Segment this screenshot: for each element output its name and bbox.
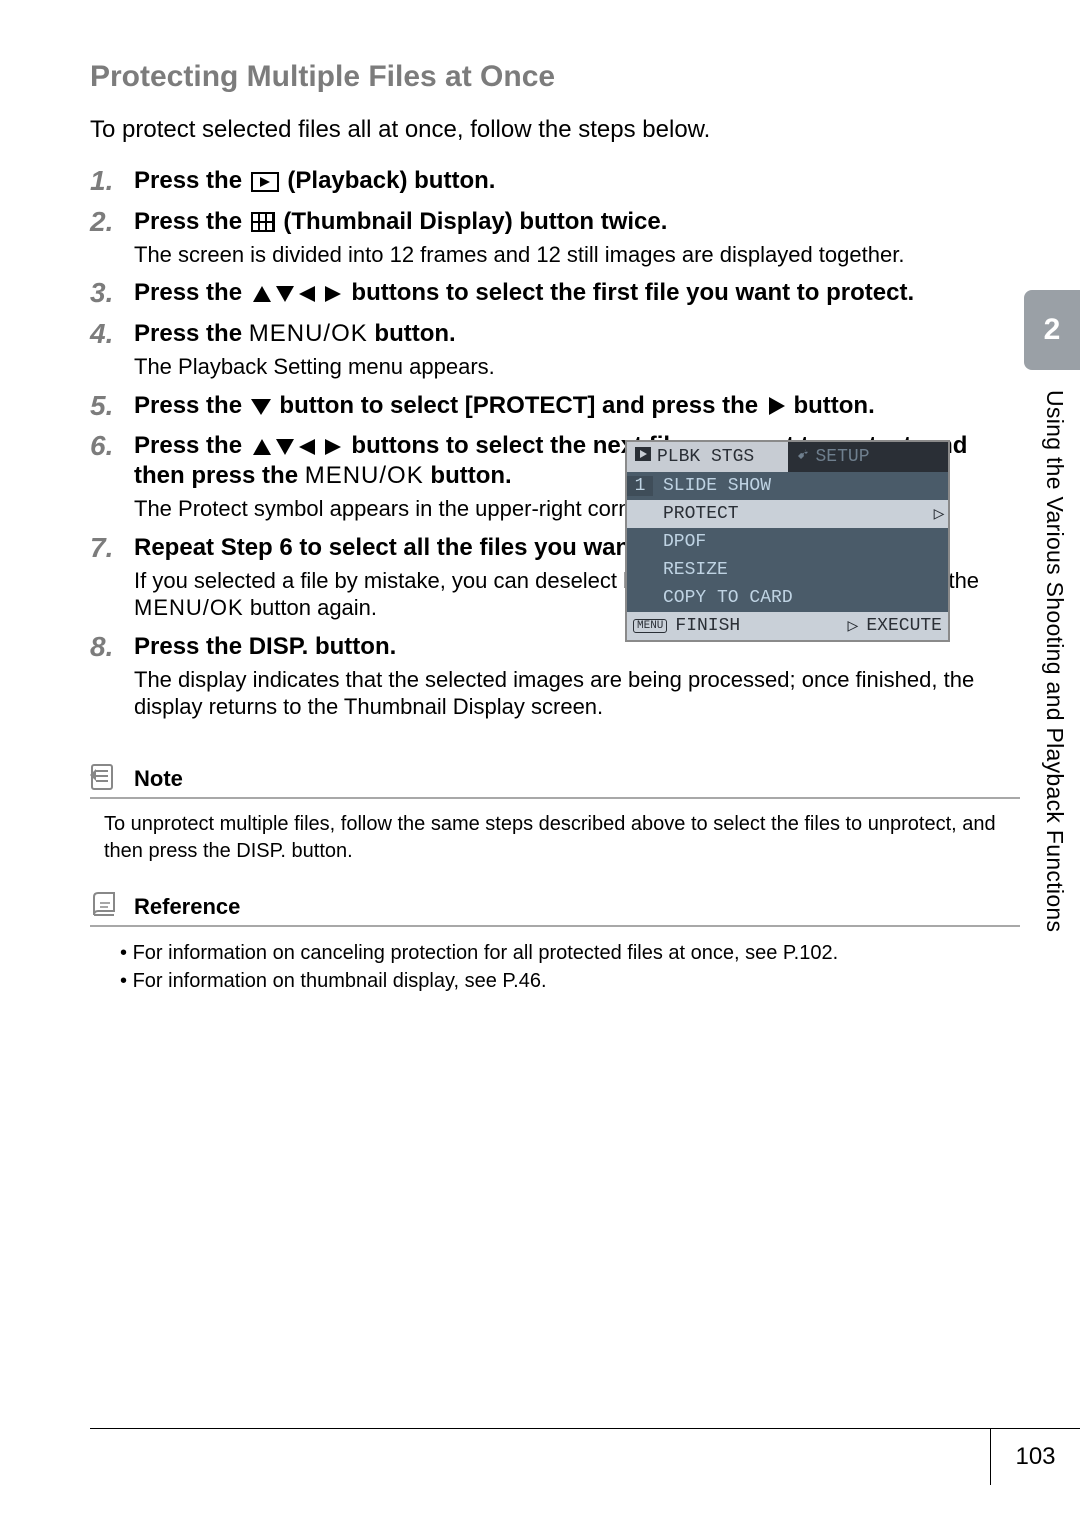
section-title: Protecting Multiple Files at Once <box>90 60 1020 94</box>
camera-footer-left: FINISH <box>675 616 740 636</box>
playback-icon <box>635 447 651 467</box>
step5-mid: button to select [PROTECT] and press the <box>279 392 764 419</box>
note-icon <box>90 761 124 797</box>
camera-menu-page-num: 1 <box>627 476 653 496</box>
page-number: 103 <box>990 1429 1080 1485</box>
step7-desc-post: button again. <box>250 595 377 620</box>
step5-post: button. <box>793 392 874 419</box>
chapter-tab: 2 <box>1024 290 1080 370</box>
thumbnail-display-icon <box>251 212 275 232</box>
chapter-side-text: Using the Various Shooting and Playback … <box>1041 390 1068 1090</box>
camera-menu-row: RESIZE <box>627 556 948 584</box>
reference-item: For information on thumbnail display, se… <box>120 967 1020 995</box>
camera-menu-row: COPY TO CARD <box>627 584 948 612</box>
reference-list: For information on canceling protection … <box>120 939 1020 995</box>
step1-post: (Playback) button. <box>287 167 495 194</box>
page-footer: 103 <box>90 1428 1080 1488</box>
down-arrow-icon <box>251 397 271 415</box>
note-header: Note <box>90 761 1020 799</box>
reference-header: Reference <box>90 889 1020 927</box>
step2-desc: The screen is divided into 12 frames and… <box>134 241 1020 269</box>
camera-menu-item-label: DPOF <box>653 532 948 552</box>
camera-tab-setup-label: SETUP <box>816 447 870 467</box>
camera-menu-item-label: RESIZE <box>653 560 948 580</box>
step2-post: (Thumbnail Display) button twice. <box>283 208 667 235</box>
menu-ok-label: MENU/OK <box>249 320 368 347</box>
camera-menu-item-label: COPY TO CARD <box>653 588 948 608</box>
step3-post: buttons to select the first file you wan… <box>351 279 914 306</box>
camera-tab-setup: SETUP <box>788 442 949 472</box>
intro-text: To protect selected files all at once, f… <box>90 116 1020 144</box>
step-number: 4. <box>90 319 134 381</box>
camera-tab-plbk-label: PLBK STGS <box>657 447 754 467</box>
camera-tab-plbk: PLBK STGS <box>627 442 788 472</box>
camera-footer: MENU FINISH ▷ EXECUTE <box>627 612 948 640</box>
menu-ok-label: MENU/OK <box>305 462 424 489</box>
reference-label: Reference <box>134 894 240 920</box>
menu-ok-label: MENU/OK <box>134 595 244 620</box>
step-number: 8. <box>90 632 134 721</box>
step1-pre: Press the <box>134 167 249 194</box>
camera-menu-row: PROTECT▷ <box>627 500 948 528</box>
step2-pre: Press the <box>134 208 249 235</box>
note-text: To unprotect multiple files, follow the … <box>104 811 1020 865</box>
wrench-icon <box>796 447 810 467</box>
step-number: 6. <box>90 431 134 523</box>
step8-desc: The display indicates that the selected … <box>134 666 1020 721</box>
camera-menu-screenshot: PLBK STGS SETUP 1SLIDE SHOWPROTECT▷DPOFR… <box>625 440 950 642</box>
camera-menu-item-label: SLIDE SHOW <box>653 476 948 496</box>
step3-pre: Press the <box>134 279 249 306</box>
reference-item: For information on canceling protection … <box>120 939 1020 967</box>
step4-pre: Press the <box>134 320 249 347</box>
step4-post: button. <box>374 320 455 347</box>
playback-icon <box>251 172 279 192</box>
step5-pre: Press the <box>134 392 249 419</box>
step6-pre: Press the <box>134 432 249 459</box>
camera-menu-row: DPOF <box>627 528 948 556</box>
step-number: 7. <box>90 533 134 622</box>
step6-post: button. <box>430 462 511 489</box>
note-label: Note <box>134 766 183 792</box>
dpad-arrows-icon <box>251 284 343 304</box>
camera-menu-row: 1SLIDE SHOW <box>627 472 948 500</box>
camera-footer-right: EXECUTE <box>866 616 942 636</box>
camera-menu-item-label: PROTECT <box>653 504 930 524</box>
step-number: 2. <box>90 207 134 269</box>
right-arrow-icon <box>767 397 785 415</box>
step4-desc: The Playback Setting menu appears. <box>134 353 1020 381</box>
menu-badge-icon: MENU <box>633 619 667 633</box>
dpad-arrows-icon <box>251 437 343 457</box>
step-number: 5. <box>90 391 134 422</box>
reference-icon <box>90 889 124 925</box>
step-number: 1. <box>90 166 134 197</box>
right-arrow-icon: ▷ <box>848 615 859 637</box>
step-number: 3. <box>90 278 134 309</box>
right-cursor-icon: ▷ <box>930 503 948 525</box>
